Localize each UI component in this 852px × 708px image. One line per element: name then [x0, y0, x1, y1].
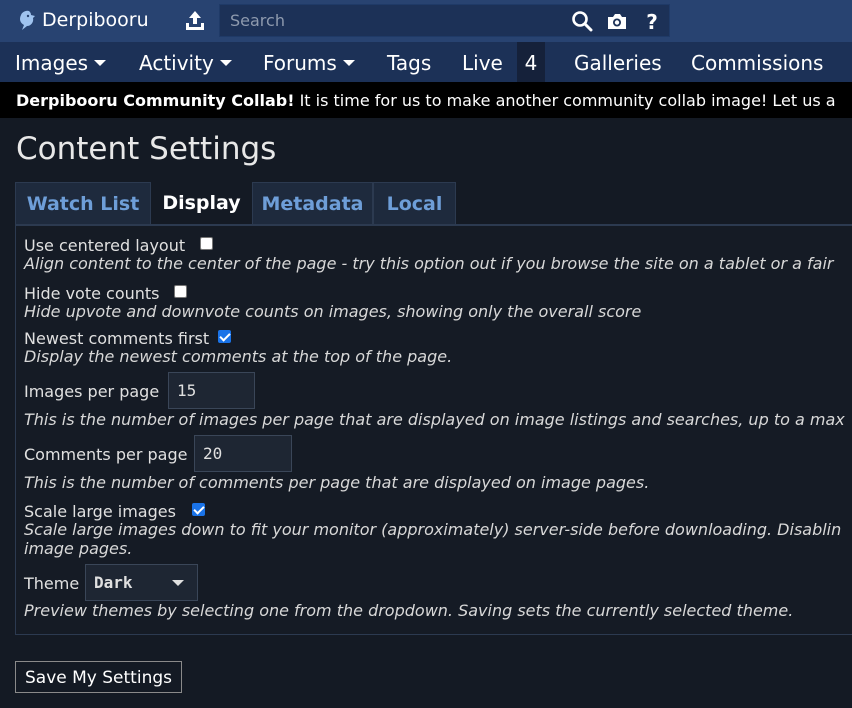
site-notice[interactable]: Derpibooru Community Collab! It is time …: [0, 82, 852, 118]
comments-per-page-help: This is the number of comments per page …: [24, 473, 650, 492]
images-per-page-label[interactable]: Images per page: [24, 382, 159, 401]
chevron-down-icon: [219, 59, 232, 66]
settings-tabs: Watch List Display Metadata Local: [15, 182, 852, 225]
nav-tags[interactable]: Tags: [387, 42, 431, 82]
images-per-page-input[interactable]: [168, 372, 255, 409]
nav-images-label: Images: [15, 51, 89, 75]
scale-large-images-help: Scale large images down to fit your moni…: [24, 520, 842, 539]
camera-icon[interactable]: [606, 10, 628, 32]
nav-live[interactable]: Live: [462, 42, 503, 82]
nav-activity[interactable]: Activity: [139, 42, 232, 82]
page-title: Content Settings: [16, 131, 277, 167]
save-settings-button[interactable]: Save My Settings: [15, 661, 182, 693]
live-count-badge[interactable]: 4: [517, 42, 545, 82]
newest-comments-label[interactable]: Newest comments first: [24, 329, 209, 348]
theme-select[interactable]: Dark: [85, 564, 198, 601]
notice-text: It is time for us to make another commun…: [294, 91, 836, 110]
site-name[interactable]: Derpibooru: [42, 9, 149, 31]
theme-selected-value: Dark: [94, 573, 133, 592]
main-nav: Images Activity Forums Tags Live Galleri…: [0, 42, 852, 82]
tab-metadata[interactable]: Metadata: [252, 182, 373, 224]
hide-vote-counts-label[interactable]: Hide vote counts: [24, 284, 160, 303]
svg-text:?: ?: [646, 10, 658, 32]
pony-logo-icon[interactable]: [16, 9, 36, 31]
hide-vote-counts-help: Hide upvote and downvote counts on image…: [24, 302, 642, 321]
nav-activity-label: Activity: [139, 51, 214, 75]
newest-comments-help: Display the newest comments at the top o…: [24, 347, 453, 366]
comments-per-page-input[interactable]: [194, 435, 292, 472]
nav-images[interactable]: Images: [15, 42, 107, 82]
comments-per-page-label[interactable]: Comments per page: [24, 445, 187, 464]
nav-commissions[interactable]: Commissions: [691, 42, 823, 82]
centered-layout-help: Align content to the center of the page …: [24, 254, 834, 273]
scale-large-images-help-continued: image pages.: [24, 539, 133, 558]
centered-layout-checkbox[interactable]: [200, 237, 213, 250]
scale-large-images-label[interactable]: Scale large images: [24, 502, 176, 521]
question-mark-icon[interactable]: ?: [641, 10, 663, 32]
search-input[interactable]: [220, 5, 560, 36]
scale-large-images-checkbox[interactable]: [192, 503, 205, 516]
hide-vote-counts-checkbox[interactable]: [174, 285, 187, 298]
images-per-page-help: This is the number of images per page th…: [24, 410, 845, 429]
notice-title: Derpibooru Community Collab!: [16, 91, 295, 110]
search-box: ?: [219, 4, 670, 37]
search-icon[interactable]: [571, 10, 593, 32]
nav-forums[interactable]: Forums: [263, 42, 355, 82]
tab-watch-list[interactable]: Watch List: [15, 182, 151, 224]
theme-label[interactable]: Theme: [24, 574, 79, 593]
tab-display[interactable]: Display: [151, 182, 252, 224]
chevron-down-icon: [342, 59, 355, 66]
chevron-down-icon: [94, 59, 107, 66]
nav-forums-label: Forums: [263, 51, 337, 75]
centered-layout-label[interactable]: Use centered layout: [24, 236, 185, 255]
theme-help: Preview themes by selecting one from the…: [24, 601, 794, 620]
tab-local[interactable]: Local: [373, 182, 456, 224]
nav-galleries[interactable]: Galleries: [574, 42, 662, 82]
newest-comments-checkbox[interactable]: [218, 330, 231, 343]
chevron-down-icon: [172, 580, 184, 586]
upload-icon[interactable]: [183, 9, 207, 33]
site-header: Derpibooru ?: [0, 0, 852, 42]
